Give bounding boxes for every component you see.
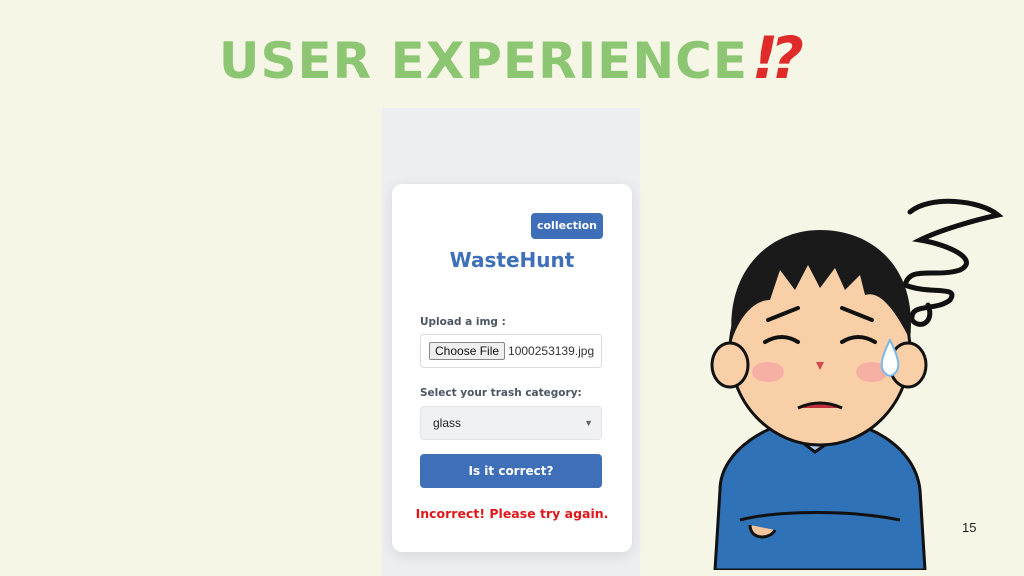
error-message: Incorrect! Please try again. [415,506,609,521]
phone-screenshot: collection WasteHunt Upload a img : Choo… [382,108,640,576]
page-number: 15 [962,520,977,535]
interrobang-icon: ⁉ [756,24,806,92]
category-selected-value: glass [433,416,462,430]
chevron-down-icon: ▼ [584,418,593,428]
check-answer-button[interactable]: Is it correct? [420,454,602,488]
selected-file-name: 1000253139.jpg [508,344,595,358]
slide-title: USER EXPERIENCE ⁉ [0,24,1024,92]
file-input[interactable]: Choose File 1000253139.jpg [420,334,602,368]
slide-title-text: USER EXPERIENCE [218,32,749,90]
scribble-icon [902,198,1004,327]
collection-button[interactable]: collection [531,213,603,239]
choose-file-button[interactable]: Choose File [429,342,506,360]
category-label: Select your trash category: [420,387,582,399]
confused-person-illustration [710,198,1004,570]
upload-label: Upload a img : [420,316,506,328]
waste-hunt-card: collection WasteHunt Upload a img : Choo… [392,184,632,552]
category-select[interactable]: glass ▼ [420,406,602,440]
brand-title: WasteHunt [449,248,575,272]
